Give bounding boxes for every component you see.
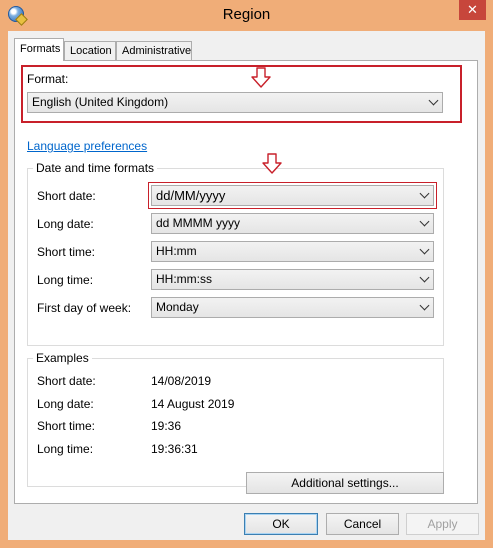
dialog-client: Formats Location Administrative Format: … [8,31,485,540]
chevron-down-icon [419,272,430,283]
format-label: Format: [27,72,69,86]
short-date-value: dd/MM/yyyy [156,188,226,203]
example-short-date-label: Short date: [37,374,96,388]
chevron-down-icon [419,188,430,199]
example-long-time-label: Long time: [37,442,94,456]
format-value: English (United Kingdom) [32,95,169,109]
long-time-label: Long time: [37,273,94,287]
example-short-time-value: 19:36 [151,419,182,433]
cancel-button[interactable]: Cancel [326,513,399,535]
examples-legend: Examples [33,351,92,365]
tab-location[interactable]: Location [64,41,116,60]
first-day-label: First day of week: [37,301,132,315]
additional-settings-button[interactable]: Additional settings... [246,472,444,494]
short-date-label: Short date: [37,189,96,203]
first-day-select[interactable]: Monday [151,297,434,318]
examples-group: Examples Short date: 14/08/2019 Long dat… [27,351,444,487]
example-short-time-label: Short time: [37,419,96,433]
long-date-label: Long date: [37,217,94,231]
window-title: Region [222,6,271,23]
example-long-time-value: 19:36:31 [151,442,198,456]
short-time-label: Short time: [37,245,96,259]
long-date-value: dd MMMM yyyy [156,216,240,230]
first-day-value: Monday [156,300,199,314]
format-select[interactable]: English (United Kingdom) [27,92,443,113]
close-button[interactable]: ✕ [459,0,486,20]
short-date-select[interactable]: dd/MM/yyyy [148,182,437,209]
language-preferences-link[interactable]: Language preferences [27,139,147,153]
date-time-group: Date and time formats Short date: dd/MM/… [27,161,444,346]
example-short-date-value: 14/08/2019 [151,374,212,388]
chevron-down-icon [428,95,439,106]
long-time-value: HH:mm:ss [156,272,212,286]
tab-formats[interactable]: Formats [14,38,64,61]
close-icon: ✕ [467,2,478,17]
chevron-down-icon [419,216,430,227]
long-date-select[interactable]: dd MMMM yyyy [151,213,434,234]
short-time-select[interactable]: HH:mm [151,241,434,262]
short-time-value: HH:mm [156,244,197,258]
chevron-down-icon [419,300,430,311]
title-bar: Region ✕ [0,0,493,30]
example-long-date-value: 14 August 2019 [151,397,235,411]
chevron-down-icon [419,244,430,255]
annotation-arrow-icon [262,153,282,174]
tab-administrative[interactable]: Administrative [116,41,192,60]
annotation-arrow-icon [251,67,271,88]
apply-button[interactable]: Apply [406,513,479,535]
ok-button[interactable]: OK [244,513,318,535]
formats-panel: Format: English (United Kingdom) Languag… [14,60,478,504]
long-time-select[interactable]: HH:mm:ss [151,269,434,290]
date-time-legend: Date and time formats [33,161,158,175]
example-long-date-label: Long date: [37,397,94,411]
